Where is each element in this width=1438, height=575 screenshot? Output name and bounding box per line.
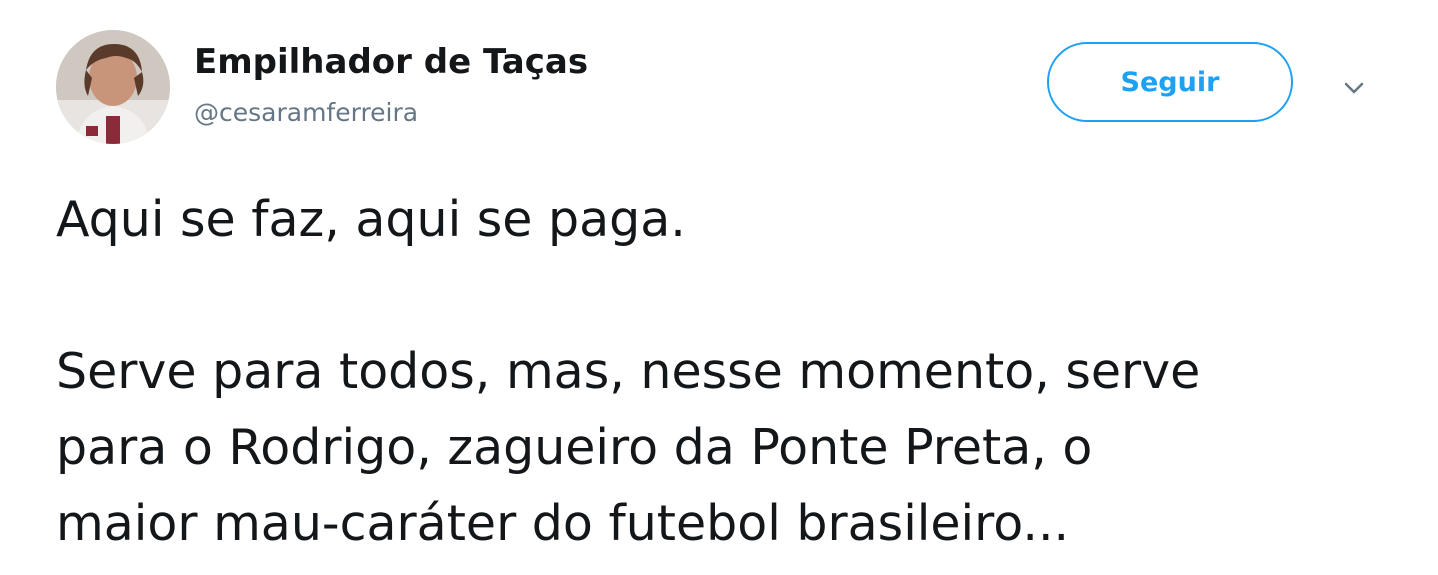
author-name[interactable]: Empilhador de Taças	[194, 40, 588, 84]
tweet-line: para o Rodrigo, zagueiro da Ponte Preta,…	[56, 419, 1093, 476]
tweet-text: Aqui se faz, aqui se paga. Serve para to…	[56, 182, 1416, 562]
author-avatar[interactable]	[56, 30, 170, 144]
tweet-card: Empilhador de Taças @cesaramferreira Seg…	[0, 0, 1438, 575]
tweet-paragraph: Aqui se faz, aqui se paga.	[56, 191, 686, 248]
chevron-down-icon	[1344, 82, 1364, 94]
avatar-photo-icon	[56, 30, 170, 144]
tweet-menu-button[interactable]	[1336, 70, 1372, 106]
follow-button[interactable]: Seguir	[1047, 42, 1293, 122]
tweet-line: Serve para todos, mas, nesse momento, se…	[56, 343, 1201, 400]
tweet-line: maior mau-caráter do futebol brasileiro.…	[56, 495, 1070, 552]
author-handle[interactable]: @cesaramferreira	[194, 96, 418, 130]
